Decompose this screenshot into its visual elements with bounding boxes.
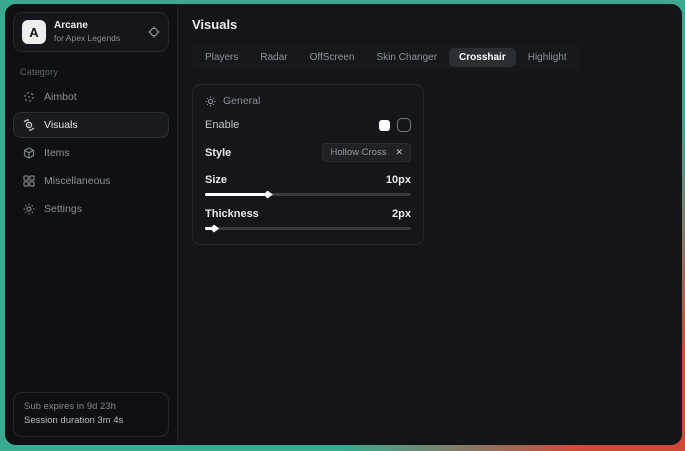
app-window: A Arcane for Apex Legends Category [5, 4, 682, 445]
enable-label: Enable [205, 119, 239, 131]
size-value: 10px [386, 174, 411, 186]
style-select[interactable]: Hollow Cross ✕ [322, 143, 411, 162]
sidebar-item-label: Miscellaneous [44, 175, 111, 187]
app-subtitle: for Apex Legends [54, 33, 140, 44]
enable-keybind-box[interactable] [397, 118, 411, 132]
tab-skin-changer[interactable]: Skin Changer [366, 48, 447, 67]
tab-radar[interactable]: Radar [250, 48, 297, 67]
gear-icon [23, 203, 35, 215]
sidebar-item-settings[interactable]: Settings [13, 196, 169, 222]
style-label: Style [205, 147, 231, 159]
enable-checkbox[interactable] [379, 120, 390, 131]
sidebar-item-label: Aimbot [44, 91, 77, 103]
sub-expires-text: Sub expires in 9d 23h [24, 400, 158, 415]
sidebar-item-label: Settings [44, 203, 82, 215]
cube-icon [23, 147, 35, 159]
style-selected-value: Hollow Cross [330, 147, 386, 158]
crosshair-target-icon[interactable] [148, 26, 160, 38]
thickness-label: Thickness [205, 208, 259, 220]
app-logo: A [22, 20, 46, 44]
sidebar-item-miscellaneous[interactable]: Miscellaneous [13, 168, 169, 194]
size-slider[interactable] [205, 193, 411, 196]
close-icon[interactable]: ✕ [395, 147, 403, 158]
sidebar-item-visuals[interactable]: Visuals [13, 112, 169, 138]
brand-card: A Arcane for Apex Legends [13, 12, 169, 52]
size-label: Size [205, 174, 227, 186]
visuals-tabbar: Players Radar OffScreen Skin Changer Cro… [192, 45, 580, 70]
thickness-slider-thumb[interactable] [210, 225, 219, 233]
main-panel: Visuals Players Radar OffScreen Skin Cha… [178, 4, 682, 445]
size-slider-thumb[interactable] [264, 191, 273, 199]
tab-highlight[interactable]: Highlight [518, 48, 577, 67]
general-card: General Enable Style Hollow Cross ✕ Size [192, 84, 424, 245]
sun-gear-icon [205, 96, 216, 107]
category-label: Category [20, 67, 169, 77]
sidebar-item-label: Items [44, 147, 70, 159]
thickness-value: 2px [392, 208, 411, 220]
crosshair-icon [23, 91, 35, 103]
tab-offscreen[interactable]: OffScreen [300, 48, 365, 67]
size-setting: Size 10px [205, 174, 411, 196]
style-row: Style Hollow Cross ✕ [205, 143, 411, 162]
sidebar: A Arcane for Apex Legends Category [5, 4, 178, 445]
session-duration-text: Session duration 3m 4s [24, 414, 158, 429]
page-title: Visuals [192, 17, 668, 32]
sidebar-item-aimbot[interactable]: Aimbot [13, 84, 169, 110]
grid-icon [23, 175, 35, 187]
general-section-label: General [223, 95, 260, 107]
thickness-slider[interactable] [205, 227, 411, 230]
sidebar-item-label: Visuals [44, 119, 78, 131]
thickness-setting: Thickness 2px [205, 208, 411, 230]
sidebar-item-items[interactable]: Items [13, 140, 169, 166]
eye-icon [23, 119, 35, 131]
tab-players[interactable]: Players [195, 48, 248, 67]
subscription-info-card: Sub expires in 9d 23h Session duration 3… [13, 392, 169, 437]
app-title: Arcane [54, 20, 140, 33]
enable-row: Enable [205, 118, 411, 132]
tab-crosshair[interactable]: Crosshair [449, 48, 516, 67]
